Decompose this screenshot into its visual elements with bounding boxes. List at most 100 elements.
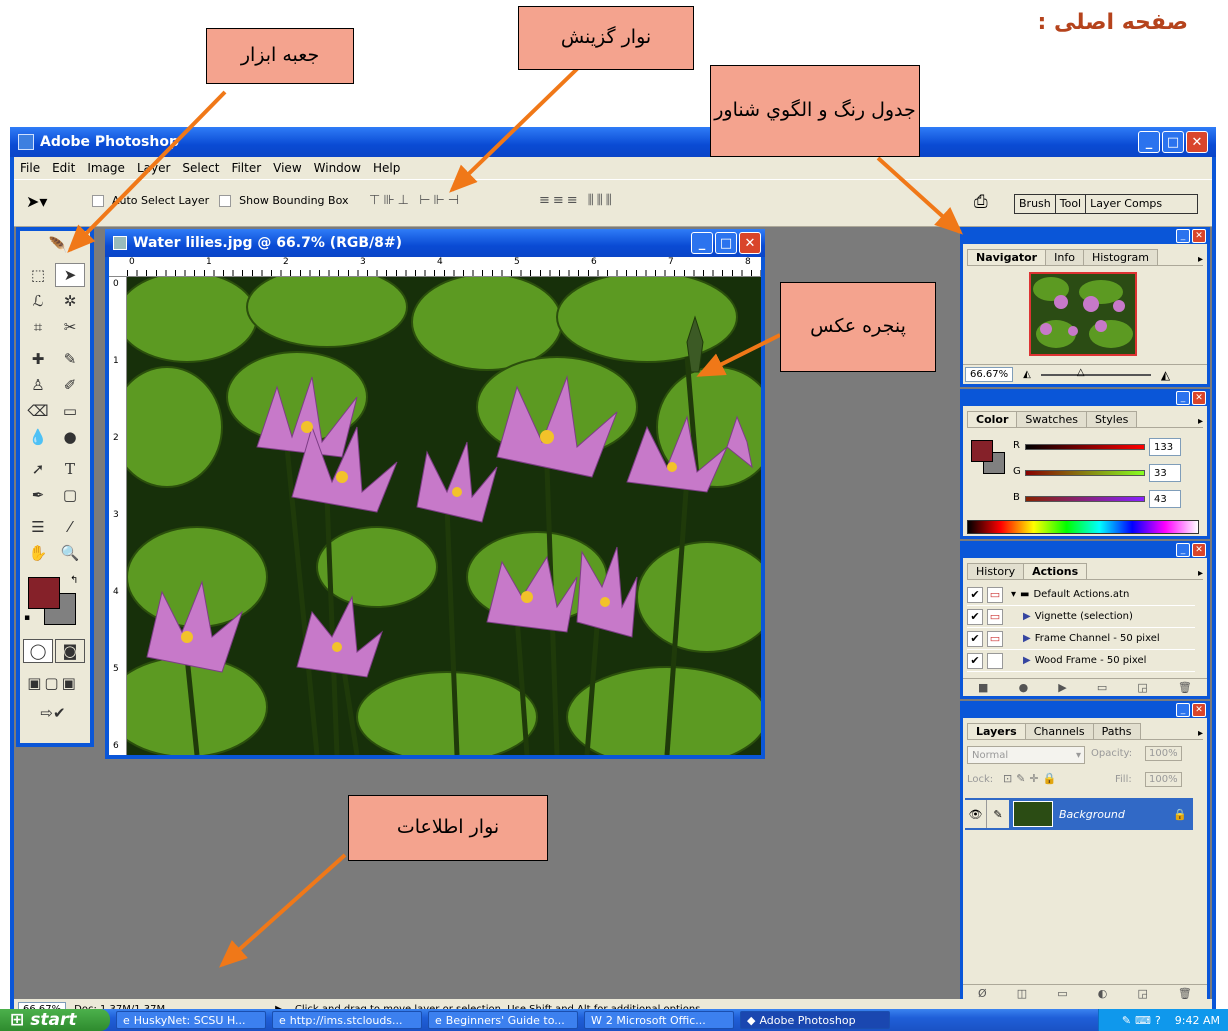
tab-info[interactable]: Info xyxy=(1045,249,1084,265)
tab-layers[interactable]: Layers xyxy=(967,723,1026,739)
zoom-tool-icon[interactable]: 🔍 xyxy=(55,541,85,565)
jump-to-imageready-icon[interactable]: ⇨✔ xyxy=(23,701,83,725)
action-check-icon[interactable]: ✔ xyxy=(967,652,983,669)
g-value[interactable]: 33 xyxy=(1149,464,1181,482)
menu-view[interactable]: View xyxy=(273,161,301,175)
taskbar-item[interactable]: W2 Microsoft Offic... xyxy=(584,1011,734,1029)
navigator-minimize-button[interactable]: _ xyxy=(1176,229,1190,243)
action-check-icon[interactable]: ✔ xyxy=(967,608,983,625)
tab-history[interactable]: History xyxy=(967,563,1025,579)
panel-menu-arrow-icon[interactable]: ▸ xyxy=(1198,728,1203,739)
menu-window[interactable]: Window xyxy=(314,161,361,175)
r-slider[interactable] xyxy=(1025,444,1145,450)
dodge-tool-icon[interactable]: ● xyxy=(55,425,85,449)
bounding-box-checkbox[interactable] xyxy=(219,194,232,207)
panel-menu-arrow-icon[interactable]: ▸ xyxy=(1198,416,1203,427)
tab-channels[interactable]: Channels xyxy=(1024,723,1094,739)
blur-tool-icon[interactable]: 💧 xyxy=(23,425,53,449)
fill-field[interactable]: 100% xyxy=(1145,772,1182,787)
zoom-in-icon[interactable]: ◭ xyxy=(1161,368,1170,382)
swap-colors-icon[interactable]: ↰ xyxy=(70,575,78,586)
distribute-icons[interactable]: ≡≡≡ ⫼⫼⫼ xyxy=(539,193,615,208)
layers-close-button[interactable]: ✕ xyxy=(1192,703,1206,717)
tab-styles[interactable]: Styles xyxy=(1085,411,1138,427)
layers-minimize-button[interactable]: _ xyxy=(1176,703,1190,717)
taskbar-item-photoshop[interactable]: ◆ Adobe Photoshop xyxy=(740,1011,890,1029)
color-fg-swatch[interactable] xyxy=(971,440,993,462)
menu-file[interactable]: File xyxy=(20,161,40,175)
dialog-toggle-icon[interactable]: ▭ xyxy=(987,586,1003,603)
auto-select-checkbox[interactable] xyxy=(92,194,104,207)
brush-link-icon[interactable]: ✎ xyxy=(987,800,1009,828)
stamp-tool-icon[interactable]: ♙ xyxy=(23,373,53,397)
menu-edit[interactable]: Edit xyxy=(52,161,75,175)
well-tab-brush[interactable]: Brush xyxy=(1015,195,1056,213)
doc-close-button[interactable]: ✕ xyxy=(739,232,761,254)
zoom-out-icon[interactable]: ◭ xyxy=(1023,369,1031,380)
new-action-icon[interactable]: ◲ xyxy=(1137,681,1147,694)
quick-mask-icon[interactable]: ◙ xyxy=(55,639,85,663)
b-value[interactable]: 43 xyxy=(1149,490,1181,508)
eye-icon[interactable]: 👁 xyxy=(965,800,987,828)
maximize-button[interactable]: □ xyxy=(1162,131,1184,153)
brush-tool-icon[interactable]: ✎ xyxy=(55,347,85,371)
magic-wand-tool-icon[interactable]: ✲ xyxy=(55,289,85,313)
blend-mode-select[interactable]: Normal ▾ xyxy=(967,746,1085,764)
close-button[interactable]: ✕ xyxy=(1186,131,1208,153)
tab-paths[interactable]: Paths xyxy=(1092,723,1141,739)
dialog-toggle-icon[interactable]: ▭ xyxy=(987,630,1003,647)
start-button[interactable]: ⊞ start xyxy=(0,1009,110,1031)
crop-tool-icon[interactable]: ⌗ xyxy=(23,315,53,339)
doc-maximize-button[interactable]: □ xyxy=(715,232,737,254)
record-icon[interactable]: ● xyxy=(1019,681,1029,694)
lock-icons[interactable]: ⊡✎✛🔒 xyxy=(1003,772,1060,785)
expand-arrow-icon[interactable]: ▾ xyxy=(1011,589,1016,600)
path-select-tool-icon[interactable]: ➚ xyxy=(23,457,53,481)
panel-menu-arrow-icon[interactable]: ▸ xyxy=(1198,254,1203,265)
menu-select[interactable]: Select xyxy=(182,161,219,175)
delete-icon[interactable]: 🗑 xyxy=(1178,681,1192,694)
dialog-toggle-icon[interactable]: ▭ xyxy=(987,608,1003,625)
tab-navigator[interactable]: Navigator xyxy=(967,249,1047,265)
navigator-close-button[interactable]: ✕ xyxy=(1192,229,1206,243)
menu-image[interactable]: Image xyxy=(87,161,125,175)
color-close-button[interactable]: ✕ xyxy=(1192,391,1206,405)
menu-help[interactable]: Help xyxy=(373,161,400,175)
dialog-toggle-icon[interactable] xyxy=(987,652,1003,669)
action-check-icon[interactable]: ✔ xyxy=(967,630,983,647)
g-slider[interactable] xyxy=(1025,470,1145,476)
action-row[interactable]: ✔ ▶ Wood Frame - 50 pixel xyxy=(967,650,1195,672)
taskbar-item[interactable]: e http://ims.stclouds... xyxy=(272,1011,422,1029)
foreground-color-swatch[interactable] xyxy=(28,577,60,609)
action-row[interactable]: ✔ ▭ ▶ Vignette (selection) xyxy=(967,606,1195,628)
type-tool-icon[interactable]: T xyxy=(55,457,85,481)
default-colors-icon[interactable]: ▪ xyxy=(24,613,30,623)
tray-icons[interactable]: ✎⌨? xyxy=(1122,1014,1165,1027)
tab-color[interactable]: Color xyxy=(967,411,1018,427)
marquee-tool-icon[interactable]: ⬚ xyxy=(23,263,53,287)
palette-well-icon[interactable]: ⎙ xyxy=(974,192,988,212)
screen-mode-icons[interactable]: ▣▢▣ xyxy=(23,671,83,695)
play-icon[interactable]: ▶ xyxy=(1058,681,1066,694)
taskbar-item[interactable]: e Beginners' Guide to... xyxy=(428,1011,578,1029)
r-value[interactable]: 133 xyxy=(1149,438,1181,456)
healing-brush-tool-icon[interactable]: ✚ xyxy=(23,347,53,371)
menu-filter[interactable]: Filter xyxy=(231,161,261,175)
menu-layer[interactable]: Layer xyxy=(137,161,170,175)
opacity-field[interactable]: 100% xyxy=(1145,746,1182,761)
standard-mode-icon[interactable]: ◯ xyxy=(23,639,53,663)
eraser-tool-icon[interactable]: ⌫ xyxy=(23,399,53,423)
shape-tool-icon[interactable]: ▢ xyxy=(55,483,85,507)
tab-histogram[interactable]: Histogram xyxy=(1082,249,1158,265)
pen-tool-icon[interactable]: ✒ xyxy=(23,483,53,507)
move-tool-icon[interactable]: ➤ xyxy=(55,263,85,287)
navigator-thumbnail[interactable] xyxy=(1029,272,1137,356)
panel-menu-arrow-icon[interactable]: ▸ xyxy=(1198,568,1203,579)
minimize-button[interactable]: _ xyxy=(1138,131,1160,153)
tab-actions[interactable]: Actions xyxy=(1023,563,1088,579)
image-canvas[interactable] xyxy=(127,277,761,755)
doc-minimize-button[interactable]: _ xyxy=(691,232,713,254)
action-set-row[interactable]: ✔ ▭ ▾ ▬ Default Actions.atn xyxy=(967,584,1195,606)
zoom-slider-thumb-icon[interactable]: △ xyxy=(1077,367,1085,378)
taskbar-item[interactable]: e HuskyNet: SCSU H... xyxy=(116,1011,266,1029)
